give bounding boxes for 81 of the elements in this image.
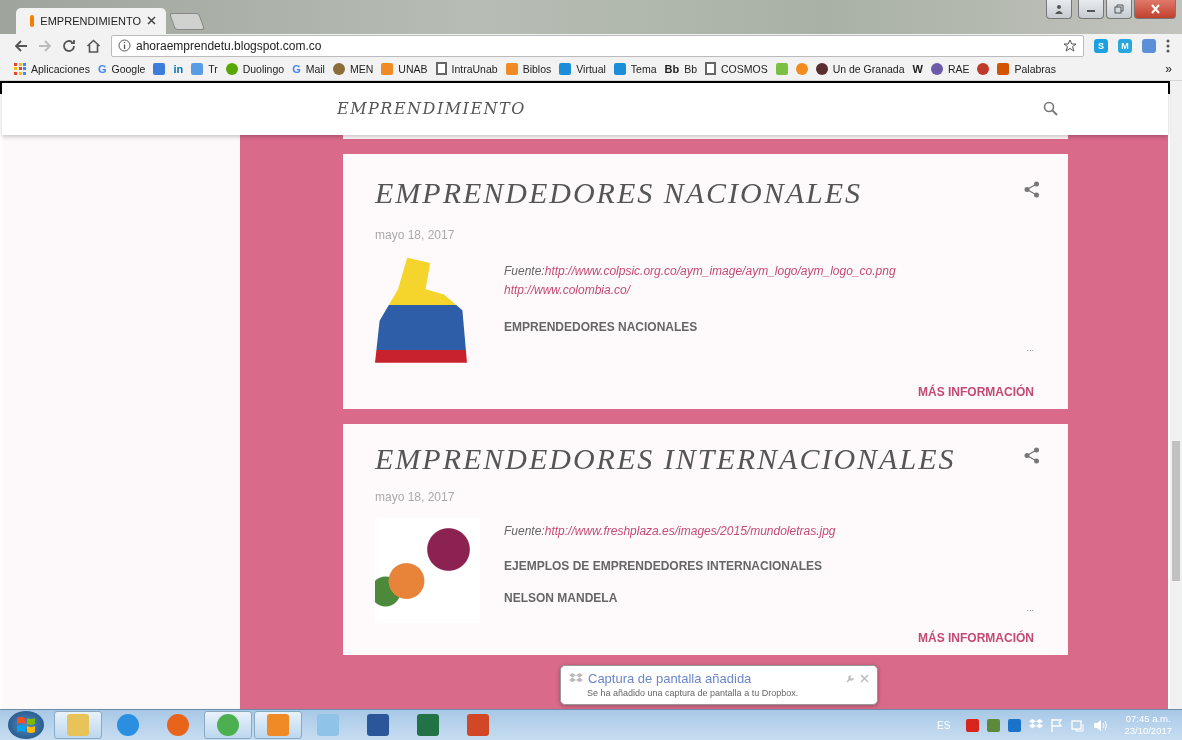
read-more-link[interactable]: MÁS INFORMACIÓN: [918, 630, 1034, 645]
new-tab-button[interactable]: [168, 12, 206, 30]
post-text: EJEMPLOS DE EMPRENDEDORES INTERNACIONALES: [504, 558, 824, 573]
bookmark-icon: G: [97, 62, 107, 75]
start-button[interactable]: [8, 711, 44, 740]
post-date: mayo 18, 2017: [375, 227, 456, 242]
bookmark-item[interactable]: UNAB: [381, 62, 428, 75]
menu-icon[interactable]: [1166, 38, 1170, 53]
bookmark-item[interactable]: IntraUnab: [435, 62, 498, 76]
bookmark-icon[interactable]: [977, 62, 990, 75]
taskbar-app-button[interactable]: [204, 711, 252, 740]
post-date: mayo 18, 2017: [375, 489, 456, 504]
post-text: EMPRENDEDORES NACIONALES: [504, 319, 699, 334]
share-icon[interactable]: [1024, 446, 1040, 464]
source-label: Fuente:: [504, 523, 545, 538]
taskbar-app-button[interactable]: [254, 711, 302, 740]
bookmark-icon: Bb: [664, 62, 680, 75]
notification-popup[interactable]: Captura de pantalla añadida Se ha añadido una captura de pantalla a tu Dropbox.: [560, 665, 878, 706]
restore-button[interactable]: [1106, 0, 1132, 19]
tray-icon[interactable]: [1008, 718, 1022, 732]
source-label: Fuente:: [504, 263, 545, 278]
browser-tab[interactable]: EMPRENDIMIENTO: [16, 7, 166, 34]
bookmark-item[interactable]: MEN: [332, 62, 374, 75]
info-icon[interactable]: [118, 39, 131, 53]
bookmark-item[interactable]: Palabras: [997, 62, 1056, 75]
tray-icon[interactable]: [966, 718, 980, 732]
post-title[interactable]: EMPRENDEDORES NACIONALES: [375, 175, 863, 210]
person-icon: [1054, 4, 1064, 14]
extension-icon[interactable]: [1142, 38, 1156, 53]
source-link[interactable]: http://www.colpsic.org.co/aym_image/aym_logo/aym_logo_co.png: [544, 263, 896, 278]
read-more-link[interactable]: MÁS INFORMACIÓN: [918, 384, 1034, 399]
dropbox-icon: [569, 672, 583, 685]
bookmark-item[interactable]: Tr: [191, 62, 218, 75]
notification-message: Se ha añadido una captura de pantalla a tu Dropbox.: [587, 688, 800, 699]
bookmark-item[interactable]: RAE: [930, 62, 970, 75]
bookmark-icon[interactable]: [795, 62, 808, 75]
source-link[interactable]: http://www.freshplaza.es/images/2015/mundoletras.jpg: [544, 523, 836, 538]
bookmark-item[interactable]: Virtual: [559, 62, 606, 75]
address-bar[interactable]: ahoraemprendetu.blogspot.com.co: [111, 34, 1084, 57]
bookmark-item[interactable]: G Mail: [292, 62, 325, 75]
close-icon[interactable]: [860, 674, 869, 684]
post-text: NELSON MANDELA: [504, 590, 619, 605]
close-icon: [1149, 4, 1161, 14]
home-icon[interactable]: [86, 38, 101, 53]
bookmark-item[interactable]: COSMOS: [705, 62, 768, 76]
close-button[interactable]: [1134, 0, 1176, 19]
bookmark-icon[interactable]: [153, 62, 166, 75]
more-options-button[interactable]: ...: [1026, 602, 1034, 613]
bookmark-item[interactable]: Biblos: [505, 62, 552, 75]
bookmark-star-icon[interactable]: [1063, 38, 1077, 53]
bookmark-item[interactable]: Un de Granada: [815, 62, 905, 75]
bookmark-item[interactable]: Tema: [613, 62, 657, 75]
bookmark-icon[interactable]: W: [912, 62, 923, 75]
bookmark-icon[interactable]: in: [173, 62, 184, 75]
reload-icon[interactable]: [62, 38, 76, 53]
clock-date: 23/10/2017: [1124, 725, 1172, 738]
bookmark-item[interactable]: Duolingo: [225, 62, 285, 75]
tray-icon[interactable]: [987, 718, 1001, 732]
close-tab-icon[interactable]: [147, 16, 156, 26]
restore-icon: [1114, 4, 1124, 14]
more-options-button[interactable]: ...: [1026, 342, 1034, 353]
bookmark-icon: G: [292, 62, 301, 75]
back-icon[interactable]: [14, 38, 28, 53]
forward-icon[interactable]: [38, 38, 52, 53]
minimize-button[interactable]: [1078, 0, 1104, 19]
more-bookmarks-button[interactable]: »: [1165, 61, 1172, 76]
source-link[interactable]: http://www.colombia.co/: [504, 282, 631, 297]
post-title[interactable]: EMPRENDEDORES INTERNACIONALES: [375, 441, 956, 476]
notification-title: Captura de pantalla añadida: [588, 671, 753, 687]
taskbar-app-button[interactable]: [54, 711, 102, 740]
scrollbar[interactable]: [1170, 80, 1182, 710]
profile-button[interactable]: [1046, 0, 1072, 19]
bookmark-item[interactable]: Bb Bb: [664, 62, 697, 75]
search-icon[interactable]: [1043, 101, 1058, 117]
bookmark-item[interactable]: G Google: [97, 62, 146, 75]
wrench-icon[interactable]: [846, 674, 855, 684]
blog-title[interactable]: EMPRENDIMIENTO: [337, 99, 526, 119]
share-icon[interactable]: [1024, 180, 1040, 198]
clock-time: 07:45 a.m.: [1125, 713, 1171, 726]
bookmark-item[interactable]: Aplicaciones: [14, 62, 90, 75]
scrollbar-thumb[interactable]: [1172, 440, 1180, 581]
